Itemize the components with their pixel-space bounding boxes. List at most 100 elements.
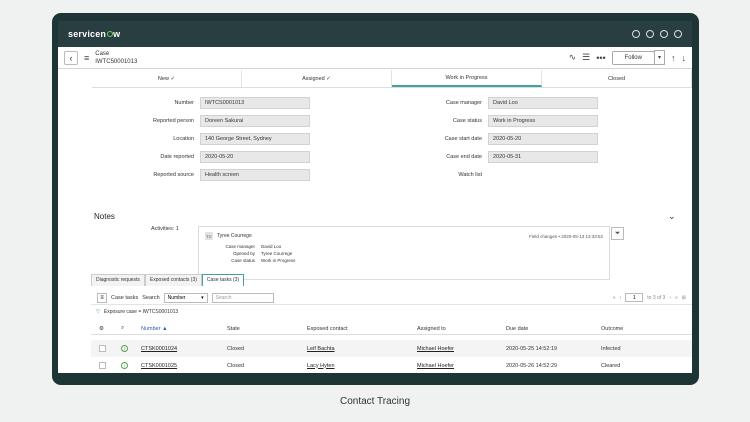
gear-icon[interactable]	[674, 30, 682, 38]
chat-icon[interactable]	[646, 30, 654, 38]
caption: Contact Tracing	[339, 396, 411, 407]
change-key: Case status	[231, 258, 255, 263]
field-label: Case start date	[444, 135, 482, 142]
notes-heading: Notes	[94, 212, 115, 221]
back-icon[interactable]: ‹	[64, 50, 78, 65]
search-field-select[interactable]: Number ▾	[163, 292, 208, 303]
tab-diagnostic-requests[interactable]: Diagnostic requests	[91, 274, 145, 286]
record-type: Case	[95, 50, 110, 57]
chevron-down-icon[interactable]: ⌄	[668, 211, 676, 222]
arrow-down-icon[interactable]: ↓	[682, 53, 687, 63]
exposed-contact-link[interactable]: Leif Bachta	[307, 346, 335, 352]
more-icon[interactable]: •••	[596, 53, 605, 63]
stage-new: New ✓	[92, 70, 242, 87]
settings-sliders-icon[interactable]: ☰	[582, 52, 590, 63]
follow-button[interactable]: Follow	[611, 50, 655, 65]
last-page-icon[interactable]: »	[675, 295, 678, 301]
field-label: Number	[174, 99, 194, 106]
help-icon[interactable]	[660, 30, 668, 38]
outcome: Cleared	[601, 362, 621, 369]
record-number: IWTC50001013	[95, 58, 138, 65]
assigned-to-link[interactable]: Michael Hoefer	[417, 363, 454, 369]
column-assigned-to[interactable]: Assigned to	[417, 326, 446, 332]
search-input[interactable]: Search	[211, 292, 274, 303]
activity-author: Tyree Courrege	[217, 233, 252, 239]
field-label: Case end date	[446, 153, 482, 160]
case-start-date-field[interactable]: 2020-05-20	[488, 132, 598, 145]
table-search-icon[interactable]: ⌕	[121, 325, 124, 332]
column-outcome[interactable]: Outcome	[601, 326, 623, 332]
table-row: i CTSK0001024 Closed Leif Bachta Michael…	[91, 340, 692, 357]
column-state[interactable]: State	[227, 326, 240, 332]
reported-source-field[interactable]: Health screen	[200, 168, 310, 181]
info-icon[interactable]: i	[121, 345, 128, 352]
first-page-icon[interactable]: «	[613, 295, 616, 301]
tab-exposed-contacts[interactable]: Exposed contacts (3)	[144, 274, 202, 286]
activity-icon[interactable]: ∿	[569, 52, 577, 63]
process-flow: New ✓ Assigned ✓ Work in Progress Closed	[92, 70, 692, 88]
page-input[interactable]	[625, 293, 644, 302]
list-menu-icon[interactable]: ≡	[97, 292, 107, 303]
avatar: TC	[205, 232, 213, 240]
change-value: David Loo	[261, 244, 282, 249]
due-date: 2020-05-25 14:52:19	[506, 345, 558, 352]
stage-work-in-progress: Work in Progress	[392, 70, 542, 87]
change-key: Case manager	[225, 244, 255, 249]
task-state: Closed	[227, 345, 245, 352]
related-list-tabs: Diagnostic requests Exposed contacts (3)…	[91, 274, 245, 286]
number-field[interactable]: IWTCS0001013	[200, 96, 310, 109]
exposed-contact-link[interactable]: Lacy Hyten	[307, 363, 335, 369]
case-manager-field[interactable]: David Loo	[488, 96, 598, 109]
field-label: Case manager	[445, 99, 482, 106]
column-due-date[interactable]: Due date	[506, 326, 528, 332]
field-label: Watch list	[458, 171, 482, 178]
info-icon[interactable]: i	[121, 362, 128, 369]
location-field[interactable]: 140 George Street, Sydney	[200, 132, 310, 145]
column-exposed-contact[interactable]: Exposed contact	[307, 326, 348, 332]
arrow-up-icon[interactable]: ↑	[671, 53, 676, 63]
activity-meta: Field changes • 2020-05-13 13:33:52	[529, 233, 603, 239]
top-navbar: servicen w	[58, 21, 692, 47]
row-checkbox[interactable]	[99, 345, 106, 352]
case-status-field[interactable]: Work in Progress	[488, 114, 598, 127]
assigned-to-link[interactable]: Michael Hoefer	[417, 346, 454, 352]
page-of-label: to 3 of 3	[647, 294, 666, 301]
field-label: Date reported	[160, 153, 194, 160]
brand-logo[interactable]: servicen w	[68, 29, 120, 39]
date-reported-field[interactable]: 2020-05-20	[200, 150, 310, 163]
breadcrumb-condition[interactable]: Exposure case = IWTCS0001013	[104, 309, 178, 315]
field-label: Reported person	[153, 117, 194, 124]
change-value: Work in Progress	[261, 258, 296, 263]
task-number-link[interactable]: CTSK0001025	[141, 363, 177, 369]
table-header: ⚙ ⌕ Number ▲ State Exposed contact Assig…	[91, 323, 692, 335]
form-header: ‹ ≡ Case IWTC50001013 ∿ ☰ ••• Follow ▾ ↑…	[58, 47, 692, 69]
column-settings-icon[interactable]: ⚙	[99, 326, 104, 332]
row-checkbox[interactable]	[99, 362, 106, 369]
case-end-date-field[interactable]: 2020-05-31	[488, 150, 598, 163]
list-title: Case tasks	[111, 294, 139, 301]
tab-case-tasks[interactable]: Case tasks (3)	[201, 274, 245, 286]
due-date: 2020-05-26 14:52:29	[506, 362, 558, 369]
prev-page-icon[interactable]: ‹	[620, 295, 622, 301]
filter-icon[interactable]: ⏷	[611, 227, 624, 240]
list-toolbar: ≡ Case tasks Search Number▾ Search « ‹ t…	[91, 291, 692, 305]
pagination: « ‹ to 3 of 3 › » ⊞	[613, 293, 686, 302]
task-state: Closed	[227, 362, 245, 369]
stage-assigned: Assigned ✓	[242, 70, 392, 87]
field-label: Reported source	[153, 171, 194, 178]
field-label: Case status	[452, 117, 482, 124]
expand-icon[interactable]: ⊞	[682, 295, 686, 301]
task-number-link[interactable]: CTSK0001024	[141, 346, 177, 352]
change-value: Tyree Courrege	[261, 251, 293, 256]
activity-entry: TC Tyree Courrege Field changes • 2020-0…	[198, 226, 610, 280]
column-number[interactable]: Number ▲	[141, 326, 168, 332]
follow-dropdown-icon[interactable]: ▾	[653, 50, 665, 65]
reported-person-field[interactable]: Doreen Sakurai	[200, 114, 310, 127]
field-label: Location	[173, 135, 194, 142]
search-icon[interactable]	[632, 30, 640, 38]
funnel-icon[interactable]: ▽	[96, 309, 100, 315]
activities-label: Activities: 1	[151, 226, 179, 232]
next-page-icon[interactable]: ›	[669, 295, 671, 301]
change-key: Opened by	[232, 251, 255, 256]
hamburger-icon[interactable]: ≡	[84, 53, 89, 63]
